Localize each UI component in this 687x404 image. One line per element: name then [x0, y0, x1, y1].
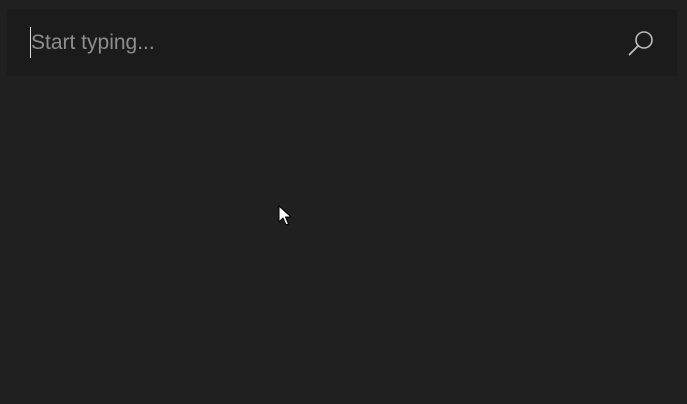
search-input[interactable] — [31, 9, 611, 76]
text-caret — [30, 27, 31, 58]
results-area — [0, 86, 687, 404]
app-window — [0, 0, 687, 404]
search-icon[interactable] — [627, 29, 655, 57]
search-bar — [7, 9, 677, 76]
